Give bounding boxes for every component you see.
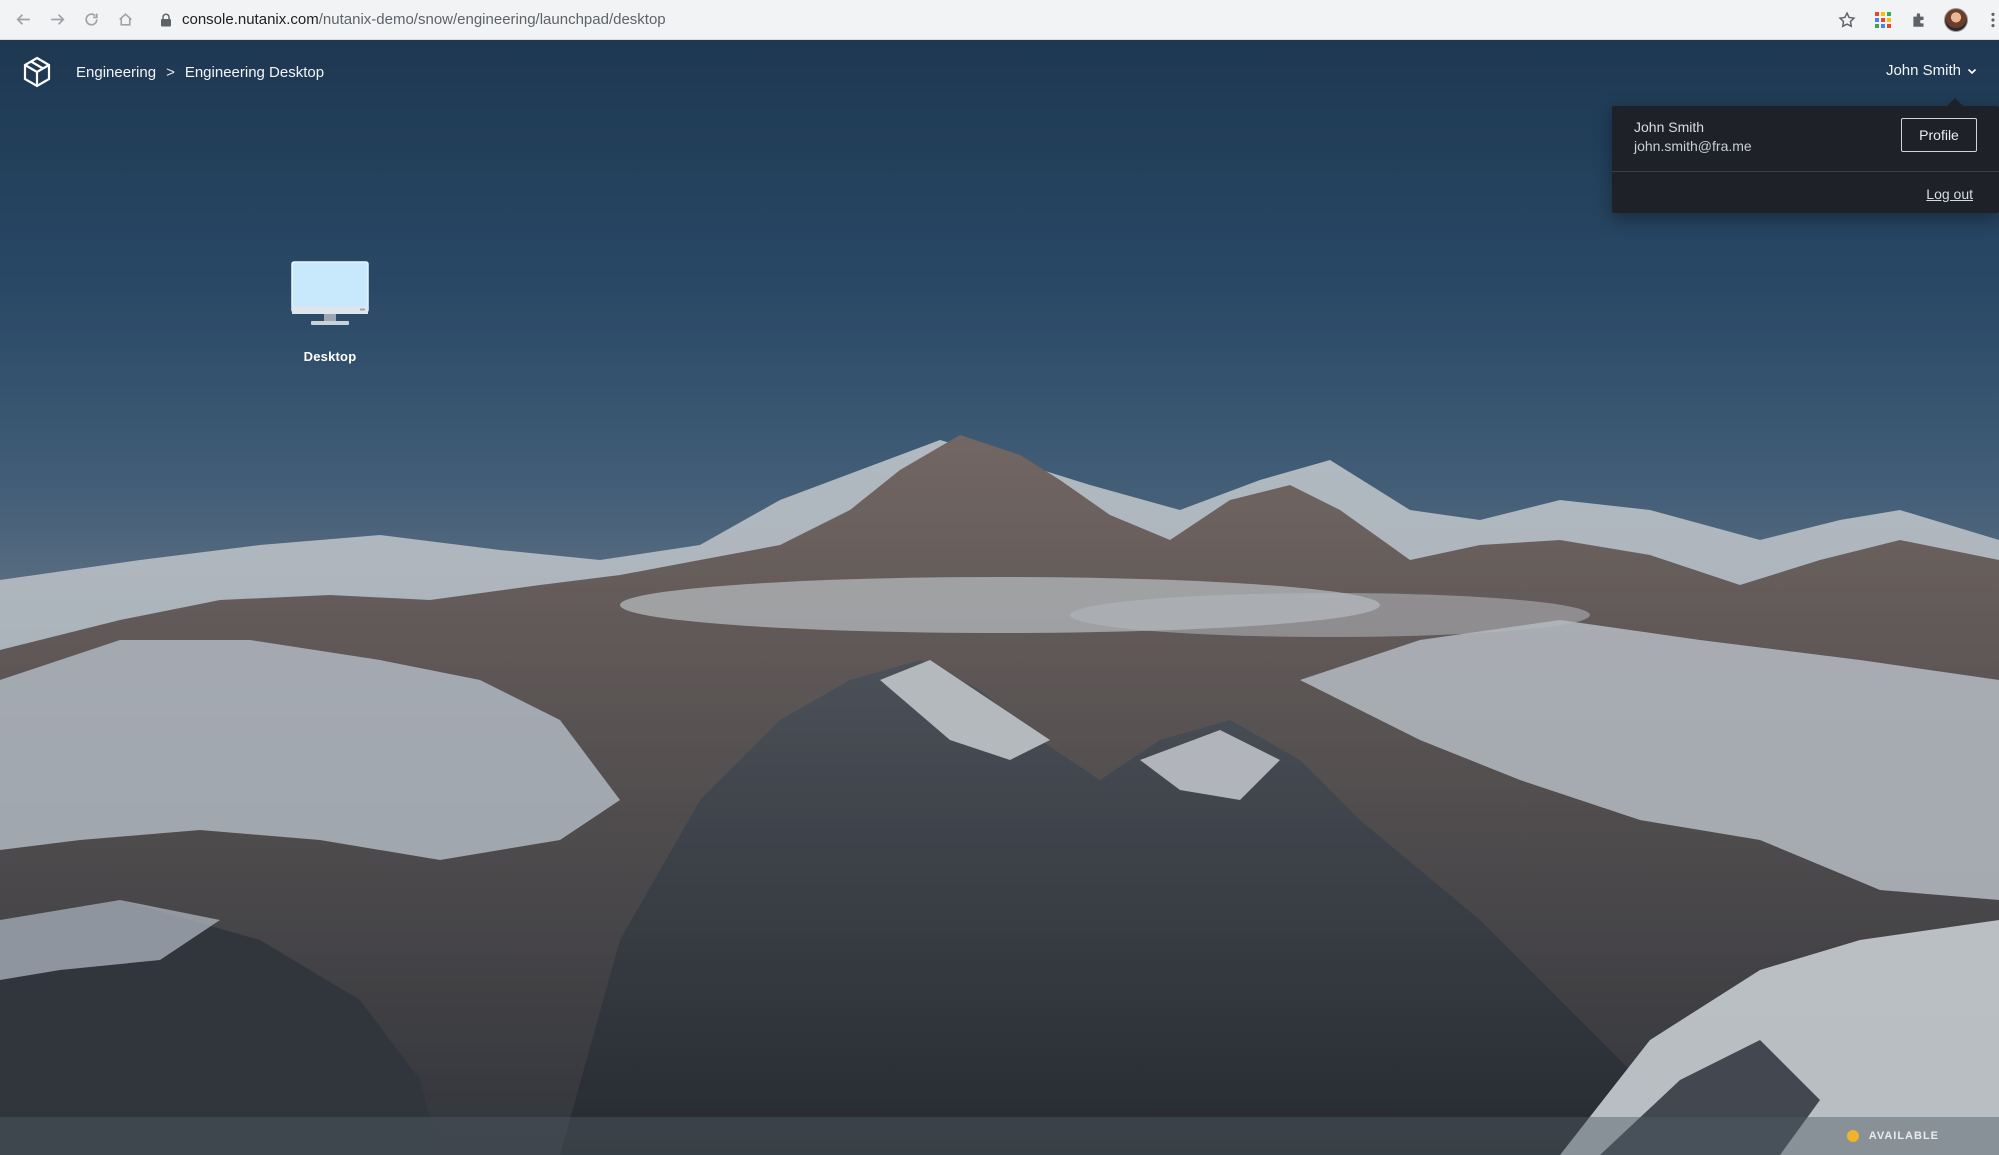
extensions-icon[interactable] — [1908, 9, 1930, 31]
user-menu-button[interactable]: John Smith — [1886, 62, 1977, 79]
dropdown-user-name: John Smith — [1634, 119, 1705, 135]
status-indicator-dot — [1846, 1130, 1859, 1142]
profile-button[interactable]: Profile — [1901, 118, 1977, 152]
desktop-label: Desktop — [303, 349, 357, 364]
star-icon[interactable] — [1836, 9, 1858, 31]
logout-link[interactable]: Log out — [1926, 186, 1973, 202]
desktop-launch-tile[interactable]: Desktop — [282, 260, 378, 364]
reload-icon[interactable] — [74, 3, 108, 37]
launchpad-app: Engineering > Engineering Desktop John S… — [0, 40, 1999, 1155]
user-menu-name: John Smith — [1885, 62, 1961, 79]
chevron-down-icon — [1967, 68, 1977, 74]
home-icon[interactable] — [108, 3, 142, 37]
url-host: console.nutanix.com — [182, 11, 319, 28]
browser-nav-buttons — [6, 3, 142, 37]
status-bar: AVAILABLE — [0, 1117, 1999, 1155]
back-arrow-icon[interactable] — [6, 3, 40, 37]
user-dropdown-menu: John Smith john.smith@fra.me Profile Log… — [1612, 98, 1999, 213]
address-bar[interactable]: console.nutanix.com/nutanix-demo/snow/en… — [150, 4, 1826, 35]
user-dropdown-header: John Smith john.smith@fra.me Profile — [1612, 106, 1999, 172]
breadcrumb-separator: > — [166, 63, 175, 81]
avatar[interactable] — [1944, 7, 1968, 32]
nutanix-cube-icon[interactable] — [20, 55, 54, 89]
breadcrumb-engineering-desktop[interactable]: Engineering Desktop — [185, 64, 324, 81]
url-path: /nutanix-demo/snow/engineering/launchpad… — [318, 11, 666, 28]
apps-grid-icon[interactable] — [1872, 9, 1894, 31]
monitor-icon[interactable] — [291, 260, 369, 332]
breadcrumb-engineering[interactable]: Engineering — [76, 64, 156, 81]
kebab-menu-icon[interactable] — [1982, 9, 1999, 31]
breadcrumb: Engineering > Engineering Desktop — [76, 64, 324, 81]
app-header: Engineering > Engineering Desktop John S… — [0, 40, 1999, 104]
status-text: AVAILABLE — [1868, 1130, 1939, 1142]
dropdown-user-email: john.smith@fra.me — [1634, 138, 1752, 154]
lock-icon — [161, 13, 171, 26]
browser-toolbar: console.nutanix.com/nutanix-demo/snow/en… — [0, 0, 1999, 40]
forward-arrow-icon[interactable] — [40, 3, 74, 37]
